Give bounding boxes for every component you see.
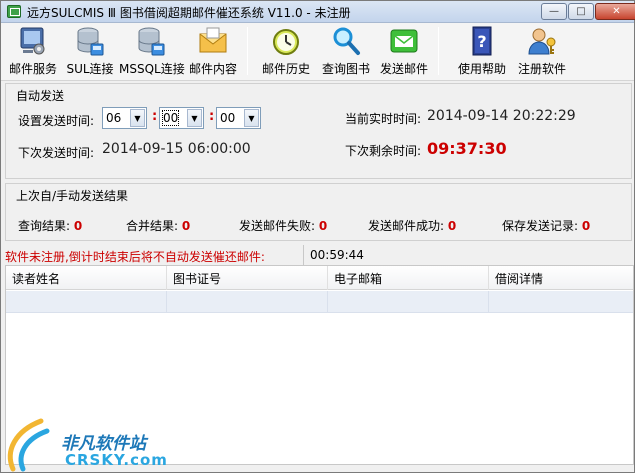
next-send-value: 2014-09-15 06:00:00 <box>102 141 251 157</box>
result-send-failed: 发送邮件失败: 0 <box>239 217 327 234</box>
send-mail-button[interactable]: 发送邮件 <box>377 25 431 79</box>
mail-content-button[interactable]: 邮件内容 <box>185 25 241 79</box>
chevron-down-icon: ▼ <box>130 109 145 127</box>
column-header-borrow-details[interactable]: 借阅详情 <box>489 266 635 290</box>
second-value: 00 <box>220 111 236 125</box>
send-results-title: 上次自/手动发送结果 <box>16 189 129 203</box>
maximize-button[interactable]: □ <box>568 3 594 20</box>
window-title: 远方SULCMIS Ⅲ 图书借阅超期邮件催还系统 V11.0 - 未注册 <box>27 6 351 20</box>
table-header: 读者姓名 图书证号 电子邮箱 借阅详情 <box>6 266 633 290</box>
toolbar-label: 查询图书 <box>321 62 370 76</box>
result-label: 查询结果: <box>18 219 71 233</box>
result-query: 查询结果: 0 <box>18 217 82 234</box>
result-value: 0 <box>181 219 191 233</box>
hour-value: 06 <box>106 111 122 125</box>
unregistered-warning: 软件未注册,倒计时结束后将不自动发送催还邮件: <box>5 250 265 264</box>
result-label: 发送邮件成功: <box>368 219 445 233</box>
mail-service-button[interactable]: 邮件服务 <box>7 25 59 79</box>
user-key-icon <box>528 28 556 55</box>
watermark-url: CRSKY.com <box>65 451 168 469</box>
current-time-value: 2014-09-14 20:22:29 <box>427 108 576 124</box>
toolbar-separator <box>438 27 439 75</box>
help-book-icon: ? <box>472 26 492 56</box>
svg-text:?: ? <box>477 32 486 51</box>
result-saved-records: 保存发送记录: 0 <box>502 217 590 234</box>
set-time-label: 设置发送时间: <box>18 114 95 128</box>
sul-connect-button[interactable]: SUL连接 <box>65 25 115 79</box>
minimize-button[interactable]: — <box>541 3 567 20</box>
toolbar-label: 邮件历史 <box>261 62 310 76</box>
send-results-panel: 上次自/手动发送结果 查询结果: 0 合并结果: 0 发送邮件失败: 0 发送邮… <box>5 183 632 241</box>
result-merge: 合并结果: 0 <box>126 217 190 234</box>
chevron-down-icon: ▼ <box>187 109 202 127</box>
result-label: 合并结果: <box>126 219 179 233</box>
minute-value: 00 <box>161 110 180 126</box>
toolbar-label: 使用帮助 <box>457 62 506 76</box>
column-header-reader-name[interactable]: 读者姓名 <box>6 266 167 290</box>
time-colon: : <box>152 109 158 124</box>
column-header-card-number[interactable]: 图书证号 <box>167 266 328 290</box>
hour-select[interactable]: 06 ▼ <box>102 107 147 129</box>
result-label: 发送邮件失败: <box>239 219 316 233</box>
result-value: 0 <box>73 219 83 233</box>
app-window: 远方SULCMIS Ⅲ 图书借阅超期邮件催还系统 V11.0 - 未注册 — □… <box>0 0 635 473</box>
table-cell <box>6 291 167 313</box>
magnifier-icon <box>333 27 360 55</box>
app-icon <box>7 5 21 18</box>
result-label: 保存发送记录: <box>502 219 579 233</box>
chevron-down-icon: ▼ <box>244 109 259 127</box>
toolbar-label: 注册软件 <box>517 62 566 76</box>
next-send-label: 下次发送时间: <box>18 146 95 160</box>
envelope-icon <box>199 27 227 53</box>
time-colon: : <box>209 109 215 124</box>
minute-select[interactable]: 00 ▼ <box>159 107 204 129</box>
toolbar-label: 邮件服务 <box>8 62 57 76</box>
table-row[interactable] <box>6 291 633 313</box>
server-icon <box>20 27 45 55</box>
mssql-connect-button[interactable]: MSSQL连接 <box>119 25 185 79</box>
table-cell <box>328 291 489 313</box>
toolbar: 邮件服务 SUL连接 MSSQL连接 邮件内容 邮件历史 查询图书 发送邮件 ?… <box>1 23 634 81</box>
auto-send-panel: 自动发送 设置发送时间: 06 ▼ : 00 ▼ : 00 ▼ 当前实时时间: … <box>5 83 632 179</box>
help-button[interactable]: ? 使用帮助 <box>455 25 509 79</box>
search-book-button[interactable]: 查询图书 <box>319 25 373 79</box>
registration-status-bar: 软件未注册,倒计时结束后将不自动发送催还邮件: 00:59:44 <box>1 245 634 265</box>
auto-send-title: 自动发送 <box>16 89 65 103</box>
clock-icon <box>273 29 299 55</box>
database-icon <box>138 27 165 56</box>
remaining-label: 下次剩余时间: <box>345 144 422 158</box>
toolbar-label: 邮件内容 <box>188 62 237 76</box>
toolbar-separator <box>247 27 248 75</box>
mail-history-button[interactable]: 邮件历史 <box>259 25 313 79</box>
second-select[interactable]: 00 ▼ <box>216 107 261 129</box>
close-button[interactable]: ✕ <box>595 3 635 20</box>
table-cell <box>167 291 328 313</box>
table-cell <box>489 291 635 313</box>
toolbar-label: 发送邮件 <box>379 62 428 76</box>
registration-countdown: 00:59:44 <box>303 245 443 265</box>
remaining-value: 09:37:30 <box>427 139 507 158</box>
result-value: 0 <box>318 219 328 233</box>
toolbar-label: MSSQL连接 <box>119 62 185 76</box>
result-send-success: 发送邮件成功: 0 <box>368 217 456 234</box>
toolbar-label: SUL连接 <box>66 62 114 76</box>
result-value: 0 <box>447 219 457 233</box>
result-value: 0 <box>581 219 591 233</box>
send-mail-icon <box>390 29 418 53</box>
title-bar[interactable]: 远方SULCMIS Ⅲ 图书借阅超期邮件催还系统 V11.0 - 未注册 — □… <box>1 1 635 23</box>
column-header-email[interactable]: 电子邮箱 <box>328 266 489 290</box>
register-button[interactable]: 注册软件 <box>515 25 569 79</box>
database-icon <box>77 27 104 56</box>
current-time-label: 当前实时时间: <box>345 112 422 126</box>
